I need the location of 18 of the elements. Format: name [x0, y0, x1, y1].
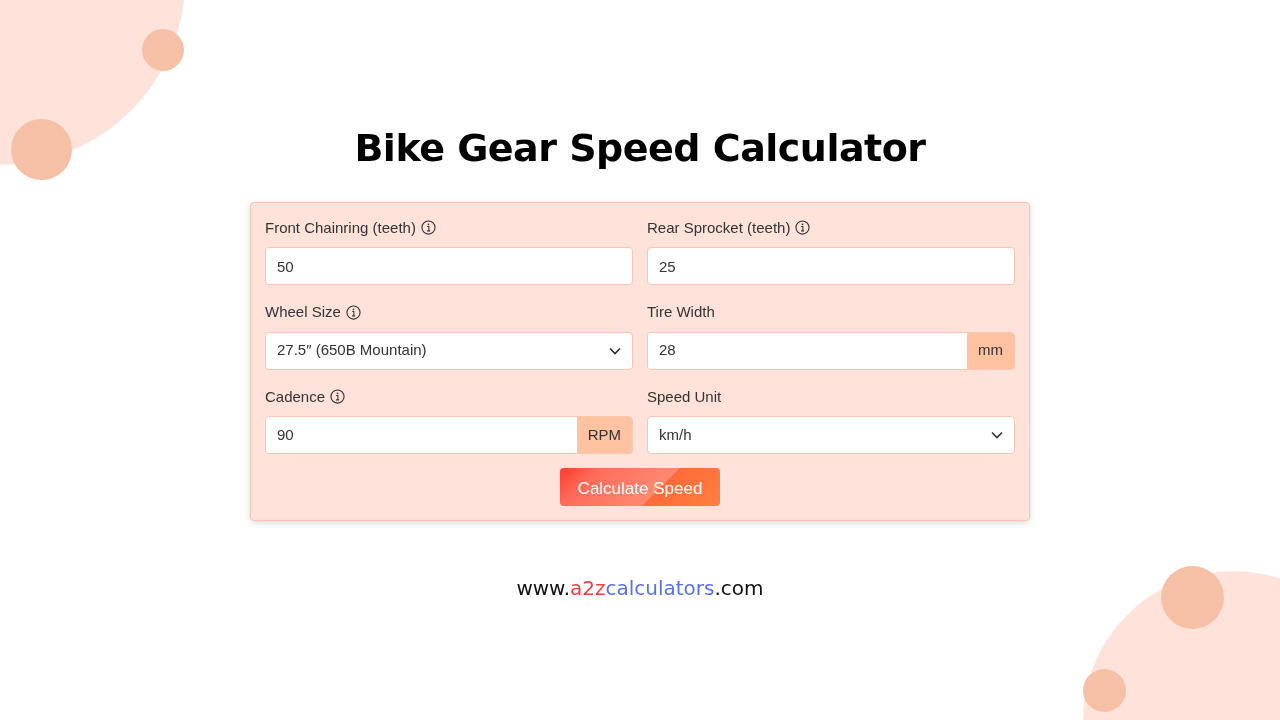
info-icon[interactable]: [795, 220, 811, 236]
chevron-down-icon: [609, 346, 621, 355]
field-label: Cadence: [265, 386, 326, 407]
field-label: Tire Width: [647, 302, 715, 323]
input-field[interactable]: 50: [265, 247, 633, 286]
field-label: Wheel Size: [265, 302, 341, 323]
dropdown-field[interactable]: 27.5″ (650B Mountain): [265, 331, 633, 370]
field-label: Speed Unit: [647, 386, 722, 407]
field-label: Rear Sprocket (teeth): [647, 217, 791, 238]
chevron-down-icon: [991, 431, 1003, 440]
dropdown-field[interactable]: km/h: [647, 416, 1015, 455]
field-label: Front Chainring (teeth): [265, 217, 416, 238]
website-url: www.a2zcalculators.com: [516, 575, 764, 603]
input-field[interactable]: 25: [647, 247, 1015, 286]
info-icon[interactable]: [345, 304, 361, 320]
info-icon[interactable]: [420, 220, 436, 236]
page-title: Bike Gear Speed Calculator: [354, 126, 926, 172]
info-icon[interactable]: [330, 389, 346, 405]
